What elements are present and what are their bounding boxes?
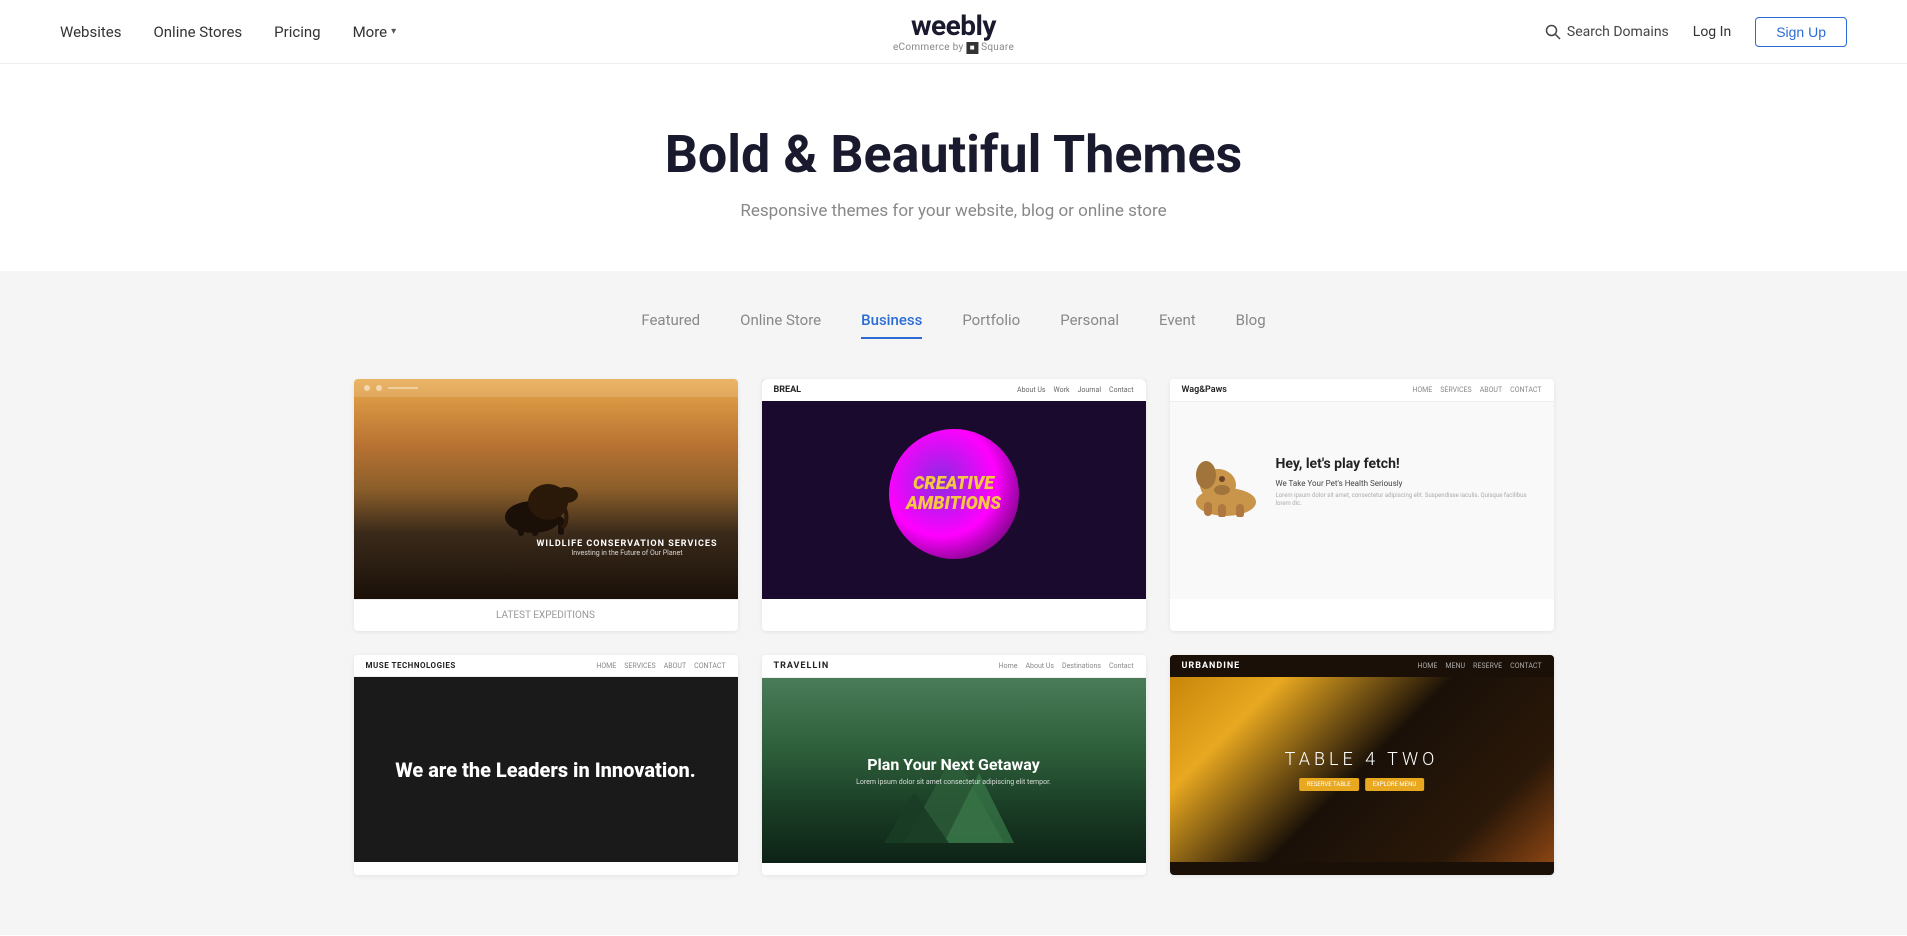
hero-section: Bold & Beautiful Themes Responsive theme… xyxy=(0,64,1907,271)
theme-preview-urban: URBANDINE HOME MENU RESERVE CONTACT TABL… xyxy=(1170,655,1554,875)
muse-bar: MUSE TECHNOLOGIES HOME SERVICES ABOUT CO… xyxy=(354,655,738,677)
travel-content: Plan Your Next Getaway Lorem ipsum dolor… xyxy=(762,678,1146,863)
themes-section: Featured Online Store Business Portfolio… xyxy=(0,271,1907,935)
breal-content: CREATIVEAMBITIONS xyxy=(762,401,1146,586)
nav-pricing[interactable]: Pricing xyxy=(274,23,320,41)
travel-nav: Home About Us Destinations Contact xyxy=(999,662,1134,670)
breal-nav: About Us Work Journal Contact xyxy=(1017,386,1134,394)
nav-more[interactable]: More ▾ xyxy=(353,23,397,41)
muse-nav: HOME SERVICES ABOUT CONTACT xyxy=(596,662,725,670)
theme-preview-muse: MUSE TECHNOLOGIES HOME SERVICES ABOUT CO… xyxy=(354,655,738,875)
nav-websites[interactable]: Websites xyxy=(60,23,121,41)
muse-logo: MUSE TECHNOLOGIES xyxy=(366,661,456,670)
theme-card-urban[interactable]: URBANDINE HOME MENU RESERVE CONTACT TABL… xyxy=(1170,655,1554,875)
urban-nav: HOME MENU RESERVE CONTACT xyxy=(1418,662,1542,670)
theme-preview-wildlife: WILDLIFE CONSERVATION SERVICES Investing… xyxy=(354,379,738,599)
wildlife-text: WILDLIFE CONSERVATION SERVICES Investing… xyxy=(536,539,717,557)
tab-featured[interactable]: Featured xyxy=(641,311,700,339)
search-icon xyxy=(1545,24,1561,40)
theme-card-wag[interactable]: Wag&Paws HOME SERVICES ABOUT CONTACT xyxy=(1170,379,1554,631)
preview-bar xyxy=(354,379,738,397)
urban-content: TABLE 4 TWO RESERVE TABLE EXPLORE MENU xyxy=(1170,677,1554,862)
wag-nav: HOME SERVICES ABOUT CONTACT xyxy=(1412,386,1541,394)
logo[interactable]: weebly eCommerce by ■ Square xyxy=(893,9,1014,54)
urban-reserve-btn: RESERVE TABLE xyxy=(1299,778,1359,791)
themes-grid: WILDLIFE CONSERVATION SERVICES Investing… xyxy=(354,379,1554,875)
muse-content: We are the Leaders in Innovation. xyxy=(354,677,738,862)
travel-overlay-text: Plan Your Next Getaway Lorem ipsum dolor… xyxy=(856,755,1051,786)
nav-left: Websites Online Stores Pricing More ▾ xyxy=(60,23,396,41)
tab-personal[interactable]: Personal xyxy=(1060,311,1119,339)
logo-tagline: eCommerce by ■ Square xyxy=(893,42,1014,54)
tab-business[interactable]: Business xyxy=(861,311,922,339)
urban-logo: URBANDINE xyxy=(1182,661,1241,671)
urban-explore-btn: EXPLORE MENU xyxy=(1365,778,1425,791)
tab-portfolio[interactable]: Portfolio xyxy=(962,311,1020,339)
urban-text-overlay: TABLE 4 TWO RESERVE TABLE EXPLORE MENU xyxy=(1285,749,1439,791)
theme-preview-wag: Wag&Paws HOME SERVICES ABOUT CONTACT xyxy=(1170,379,1554,599)
muse-headline: We are the Leaders in Innovation. xyxy=(395,758,695,782)
breal-logo: BREAL xyxy=(774,385,802,395)
theme-card-travel[interactable]: TRAVELLIN Home About Us Destinations Con… xyxy=(762,655,1146,875)
puppy-image xyxy=(1186,447,1266,517)
theme-tabs: Featured Online Store Business Portfolio… xyxy=(60,311,1847,339)
urban-headline: TABLE 4 TWO xyxy=(1285,749,1439,770)
nav-online-stores[interactable]: Online Stores xyxy=(153,23,242,41)
dot-icon xyxy=(364,385,370,391)
theme-card-wildlife[interactable]: WILDLIFE CONSERVATION SERVICES Investing… xyxy=(354,379,738,631)
wildlife-content: WILDLIFE CONSERVATION SERVICES Investing… xyxy=(354,397,738,567)
hero-title: Bold & Beautiful Themes xyxy=(20,124,1887,185)
elephant-silhouette xyxy=(498,467,578,537)
theme-card-breal[interactable]: BREAL About Us Work Journal Contact CREA… xyxy=(762,379,1146,631)
theme-card-muse[interactable]: MUSE TECHNOLOGIES HOME SERVICES ABOUT CO… xyxy=(354,655,738,875)
theme-preview-breal: BREAL About Us Work Journal Contact CREA… xyxy=(762,379,1146,599)
line-icon xyxy=(388,387,418,389)
theme-preview-travel: TRAVELLIN Home About Us Destinations Con… xyxy=(762,655,1146,875)
urban-buttons: RESERVE TABLE EXPLORE MENU xyxy=(1285,778,1439,791)
wag-text: Hey, let's play fetch! We Take Your Pet'… xyxy=(1276,456,1538,509)
square-icon: ■ xyxy=(966,42,978,54)
travel-logo: TRAVELLIN xyxy=(774,661,830,671)
travel-bar: TRAVELLIN Home About Us Destinations Con… xyxy=(762,655,1146,678)
wildlife-footer: LATEST EXPEDITIONS xyxy=(354,599,738,631)
tab-online-store[interactable]: Online Store xyxy=(740,311,821,339)
login-button[interactable]: Log In xyxy=(1693,24,1731,40)
logo-name: weebly xyxy=(893,9,1014,42)
tab-event[interactable]: Event xyxy=(1159,311,1196,339)
hero-subtitle: Responsive themes for your website, blog… xyxy=(20,201,1887,221)
chevron-down-icon: ▾ xyxy=(391,26,396,37)
wag-content: Hey, let's play fetch! We Take Your Pet'… xyxy=(1170,402,1554,562)
nav-right: Search Domains Log In Sign Up xyxy=(1545,17,1847,47)
breal-bar: BREAL About Us Work Journal Contact xyxy=(762,379,1146,401)
wag-logo: Wag&Paws xyxy=(1182,385,1227,395)
tab-blog[interactable]: Blog xyxy=(1236,311,1266,339)
breal-circle: CREATIVEAMBITIONS xyxy=(889,429,1019,559)
dot-icon xyxy=(376,385,382,391)
urban-food-bg: TABLE 4 TWO RESERVE TABLE EXPLORE MENU xyxy=(1170,677,1554,862)
breal-headline: CREATIVEAMBITIONS xyxy=(906,474,1001,514)
main-header: Websites Online Stores Pricing More ▾ we… xyxy=(0,0,1907,64)
urban-bar: URBANDINE HOME MENU RESERVE CONTACT xyxy=(1170,655,1554,677)
search-domains-button[interactable]: Search Domains xyxy=(1545,24,1669,40)
signup-button[interactable]: Sign Up xyxy=(1755,17,1847,47)
wag-bar: Wag&Paws HOME SERVICES ABOUT CONTACT xyxy=(1170,379,1554,402)
